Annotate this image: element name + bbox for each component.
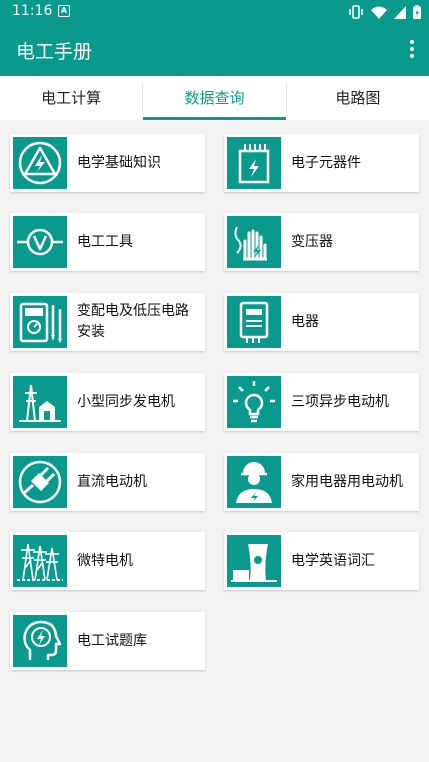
- item-label: 电子元器件: [291, 154, 361, 171]
- item-label: 变压器: [291, 233, 333, 250]
- lightbulb-icon: [227, 376, 281, 428]
- item-distribution-installation[interactable]: 变配电及低压电路安装: [10, 293, 205, 351]
- item-label: 微特电机: [77, 552, 133, 569]
- status-bar: 11:16 A: [0, 0, 429, 24]
- item-appliances[interactable]: 电器: [224, 293, 419, 351]
- item-micro-motor[interactable]: 微特电机: [10, 532, 205, 590]
- electrician-icon: [227, 456, 281, 508]
- power-station-icon: [13, 376, 67, 428]
- multimeter-icon: [13, 296, 67, 348]
- lightning-triangle-icon: [13, 137, 67, 189]
- tab-circuit-diagram[interactable]: 电路图: [287, 76, 429, 120]
- notification-icon: A: [58, 5, 70, 17]
- head-lightning-icon: [13, 615, 67, 667]
- item-label: 家用电器用电动机: [291, 473, 403, 490]
- nuclear-plant-icon: [227, 535, 281, 587]
- item-label: 电学基础知识: [77, 154, 161, 171]
- item-label: 变配电及低压电路安装: [77, 303, 189, 340]
- tab-calculation[interactable]: 电工计算: [0, 76, 142, 120]
- signal-icon: [394, 5, 406, 19]
- tab-bar: 电工计算 数据查询 电路图: [0, 76, 429, 120]
- item-label: 电器: [291, 313, 319, 330]
- plug-icon: [13, 456, 67, 508]
- item-label: 小型同步发电机: [77, 393, 175, 410]
- status-icons: [348, 5, 421, 19]
- hand-voltage-icon: [227, 216, 281, 268]
- item-electrician-tools[interactable]: 电工工具: [10, 213, 205, 271]
- item-async-motor[interactable]: 三项异步电动机: [224, 373, 419, 431]
- item-label: 电工试题库: [77, 632, 147, 649]
- item-household-motor[interactable]: 家用电器用电动机: [224, 453, 419, 511]
- item-synchronous-generator[interactable]: 小型同步发电机: [10, 373, 205, 431]
- electric-meter-icon: [227, 296, 281, 348]
- electronic-component-icon: [227, 137, 281, 189]
- app-title: 电工手册: [16, 41, 93, 63]
- item-label: 直流电动机: [77, 473, 147, 490]
- battery-icon: [413, 5, 421, 19]
- vibrate-icon: [349, 5, 363, 19]
- item-question-bank[interactable]: 电工试题库: [10, 612, 205, 670]
- tab-data-query[interactable]: 数据查询: [143, 76, 286, 120]
- item-label: 电工工具: [77, 233, 133, 250]
- item-dc-motor[interactable]: 直流电动机: [10, 453, 205, 511]
- item-transformer[interactable]: 变压器: [224, 213, 419, 271]
- voltmeter-icon: [13, 216, 67, 268]
- app-bar: 电工手册: [0, 24, 429, 76]
- item-electrical-basics[interactable]: 电学基础知识: [10, 134, 205, 192]
- item-electronic-components[interactable]: 电子元器件: [224, 134, 419, 192]
- item-electrical-english[interactable]: 电学英语词汇: [224, 532, 419, 590]
- more-vert-icon[interactable]: [409, 40, 415, 60]
- transmission-tower-icon: [13, 535, 67, 587]
- item-label: 电学英语词汇: [291, 552, 375, 569]
- item-label: 三项异步电动机: [291, 393, 389, 410]
- status-time: 11:16: [12, 3, 53, 19]
- wifi-icon: [371, 6, 387, 19]
